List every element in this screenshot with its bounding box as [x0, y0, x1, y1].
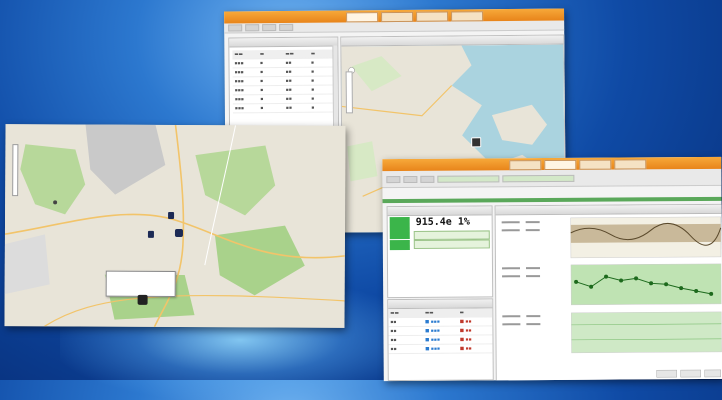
readout-bar — [414, 239, 490, 249]
map-pin-icon[interactable] — [53, 200, 57, 204]
toolbar — [382, 169, 721, 188]
range-field[interactable] — [502, 174, 574, 182]
title-bar — [382, 157, 721, 171]
vehicle-marker-icon[interactable] — [168, 212, 174, 219]
map-view[interactable] — [4, 124, 345, 328]
status-indicator — [390, 240, 410, 250]
list-item[interactable]: ▪▪■ ▪▪▪■ ▪▪ — [389, 344, 493, 354]
map-info-popup[interactable] — [106, 271, 176, 297]
zoom-control[interactable] — [12, 144, 18, 196]
tab-strip — [509, 159, 646, 170]
table-row[interactable]: ▪▪▪▪▪▪▪ — [233, 104, 335, 114]
tab-3[interactable] — [579, 160, 611, 170]
readout-value: 915.4e 1% — [416, 217, 470, 228]
events-panel: ▬▬▬▬▬ ▪▪■ ▪▪▪■ ▪▪ ▪▪■ ▪▪▪■ ▪▪ ▪▪■ ▪▪▪■ ▪… — [387, 298, 494, 381]
toolbar-button[interactable] — [245, 24, 259, 31]
zoom-control[interactable] — [346, 71, 353, 113]
toolbar-button[interactable] — [228, 24, 242, 31]
status-indicator — [390, 217, 410, 239]
toolbar-button[interactable] — [403, 175, 417, 182]
green-divider — [383, 197, 722, 203]
tab-2[interactable] — [381, 12, 413, 22]
charts-panel — [495, 204, 722, 381]
toolbar-button[interactable] — [420, 175, 434, 182]
tab-2[interactable] — [544, 160, 576, 170]
tab-1[interactable] — [346, 12, 378, 22]
toolbar-button[interactable] — [262, 24, 276, 31]
map-window — [4, 124, 345, 328]
panel-header — [388, 206, 492, 216]
tab-1[interactable] — [509, 160, 541, 170]
popup-line-1 — [107, 272, 175, 276]
map-canvas — [4, 124, 345, 328]
vehicle-marker-icon[interactable] — [148, 231, 154, 238]
dashboard-window: 915.4e 1% ▬▬▬▬▬ ▪▪■ ▪▪▪■ ▪▪ ▪▪■ ▪▪▪■ ▪▪ … — [382, 157, 722, 381]
toolbar-button[interactable] — [386, 176, 400, 183]
tab-strip — [346, 11, 483, 22]
vehicle-marker-icon[interactable] — [471, 137, 481, 147]
trend-charts — [496, 214, 722, 381]
tab-4[interactable] — [451, 11, 483, 21]
filter-field[interactable] — [437, 175, 499, 182]
vehicle-marker-icon[interactable] — [175, 229, 183, 237]
selected-vehicle-icon[interactable] — [138, 295, 148, 305]
status-panel: 915.4e 1% — [387, 205, 494, 298]
tab-3[interactable] — [416, 12, 448, 22]
vehicle-table: ▬▬▬▬▬▬ ▪▪▪▪▪▪▪ ▪▪▪▪▪▪▪ ▪▪▪▪▪▪▪ ▪▪▪▪▪▪▪ ▪… — [229, 47, 338, 117]
toolbar-button[interactable] — [279, 24, 293, 31]
tab-4[interactable] — [614, 159, 646, 169]
